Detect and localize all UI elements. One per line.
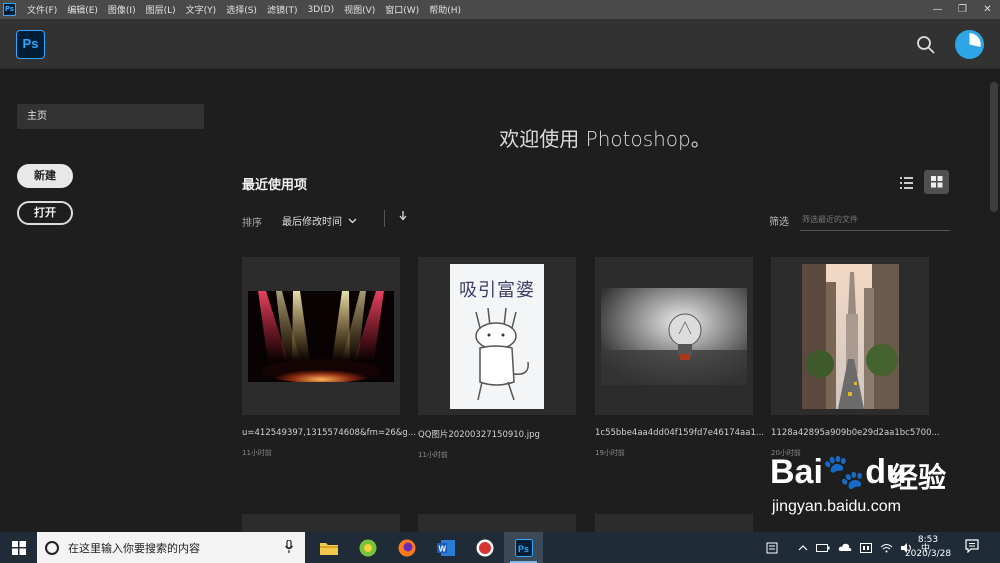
taskbar-firefox[interactable] bbox=[387, 532, 426, 563]
recent-file-card-partial[interactable] bbox=[595, 514, 753, 532]
minimize-button[interactable]: — bbox=[925, 0, 950, 19]
window-controls: — ❐ ✕ bbox=[925, 0, 1000, 19]
baidu-logo-text: Bai bbox=[770, 453, 823, 491]
restore-button[interactable]: ❐ bbox=[950, 0, 975, 19]
recent-file-card-partial[interactable] bbox=[242, 514, 400, 532]
menu-bar: Ps 文件(F) 编辑(E) 图像(I) 图层(L) 文字(Y) 选择(S) 滤… bbox=[0, 0, 1000, 19]
photoshop-app-icon: Ps bbox=[3, 3, 16, 16]
file-name: QQ图片20200327150910.jpg bbox=[418, 430, 540, 440]
file-thumbnail[interactable] bbox=[771, 257, 929, 415]
clock-date: 2020/3/28 bbox=[904, 549, 952, 559]
chevron-down-icon bbox=[348, 218, 357, 223]
meme-caption: 吸引富婆 bbox=[459, 279, 535, 301]
menu-view[interactable]: 视图(V) bbox=[339, 3, 380, 16]
taskbar-app-green[interactable] bbox=[348, 532, 387, 563]
menu-layer[interactable]: 图层(L) bbox=[141, 3, 181, 16]
windows-icon bbox=[11, 540, 26, 555]
photoshop-logo: Ps bbox=[16, 30, 45, 59]
baidu-logo: Bai🐾du bbox=[770, 452, 907, 492]
microphone-icon[interactable] bbox=[285, 540, 293, 554]
app-tray-icon[interactable] bbox=[766, 542, 778, 554]
taskbar-app-red[interactable] bbox=[465, 532, 504, 563]
scrollbar-thumb[interactable] bbox=[990, 82, 998, 212]
menu-image[interactable]: 图像(I) bbox=[103, 3, 141, 16]
file-time: 11小时前 bbox=[242, 449, 272, 457]
start-button[interactable] bbox=[0, 532, 37, 563]
wifi-icon[interactable] bbox=[880, 543, 893, 553]
search-icon[interactable] bbox=[916, 35, 936, 55]
taskbar-photoshop[interactable]: Ps bbox=[504, 532, 543, 563]
menu-edit[interactable]: 编辑(E) bbox=[62, 3, 103, 16]
baidu-watermark: Bai🐾du 经验 jingyan.baidu.com bbox=[770, 452, 985, 532]
app-header: Ps bbox=[0, 19, 1000, 69]
user-avatar[interactable] bbox=[955, 30, 984, 59]
baidu-cn-label: 经验 bbox=[890, 461, 947, 494]
taskbar-clock[interactable]: 8:53 2020/3/28 bbox=[898, 533, 958, 561]
folder-icon bbox=[319, 542, 338, 555]
sidebar: 主页 新建 打开 bbox=[0, 70, 222, 532]
sidebar-item-home[interactable]: 主页 bbox=[17, 104, 204, 129]
firefox-icon bbox=[398, 539, 415, 556]
cat-meme-image: 吸引富婆 bbox=[450, 263, 544, 409]
file-name: 1128a42895a909b0e29d2aa1bc5700... bbox=[771, 428, 940, 438]
recent-file-card[interactable]: 1c55bbe4aa4dd04f159fd7e46174aa1... 19小时前 bbox=[595, 257, 764, 458]
file-thumbnail[interactable] bbox=[595, 257, 753, 415]
filter-input[interactable] bbox=[800, 209, 950, 231]
photoshop-icon: Ps bbox=[514, 538, 533, 557]
notification-center-icon[interactable] bbox=[965, 538, 979, 557]
taskbar-word[interactable]: W bbox=[426, 532, 465, 563]
grid-view-icon[interactable] bbox=[924, 170, 949, 194]
file-name: u=412549397,1315574608&fm=26&g... bbox=[242, 428, 416, 438]
list-view-icon[interactable] bbox=[895, 172, 919, 194]
file-thumbnail[interactable]: 吸引富婆 bbox=[418, 257, 576, 415]
sort-dropdown[interactable]: 最后修改时间 bbox=[282, 213, 357, 228]
recent-file-card[interactable]: 1128a42895a909b0e29d2aa1bc5700... 20小时前 bbox=[771, 257, 940, 458]
sort-value-text: 最后修改时间 bbox=[282, 217, 342, 228]
welcome-heading: 欢迎使用 Photoshop。 bbox=[499, 127, 711, 151]
battery-icon bbox=[816, 543, 830, 552]
recent-file-card-partial[interactable] bbox=[418, 514, 576, 532]
menu-select[interactable]: 选择(S) bbox=[221, 3, 262, 16]
svg-text:W: W bbox=[438, 544, 446, 553]
baidu-url: jingyan.baidu.com bbox=[772, 498, 901, 515]
recent-title: 最近使用项 bbox=[242, 178, 308, 193]
browser-icon bbox=[359, 539, 376, 556]
menu-type[interactable]: 文字(Y) bbox=[181, 3, 222, 16]
sort-direction-button[interactable] bbox=[399, 210, 407, 224]
taskbar-file-explorer[interactable] bbox=[309, 532, 348, 563]
menu-window[interactable]: 窗口(W) bbox=[380, 3, 424, 16]
menu-3d[interactable]: 3D(D) bbox=[302, 5, 339, 15]
arrow-down-icon bbox=[399, 211, 407, 221]
clock-time: 8:53 bbox=[917, 535, 939, 545]
open-button[interactable]: 打开 bbox=[17, 201, 73, 225]
filter-label: 筛选 bbox=[769, 217, 789, 228]
menu-file[interactable]: 文件(F) bbox=[22, 3, 62, 16]
app-icon bbox=[476, 539, 493, 556]
svg-text:Ps: Ps bbox=[518, 544, 529, 554]
word-icon: W bbox=[436, 539, 455, 556]
file-name: 1c55bbe4aa4dd04f159fd7e46174aa1... bbox=[595, 428, 764, 438]
cloud-icon[interactable] bbox=[838, 543, 852, 552]
vertical-scrollbar[interactable] bbox=[988, 70, 1000, 532]
taskbar-search-placeholder: 在这里输入你要搜索的内容 bbox=[68, 541, 200, 555]
sort-label: 排序 bbox=[242, 218, 262, 229]
cortana-icon bbox=[45, 540, 59, 555]
divider bbox=[384, 210, 385, 227]
recent-file-card[interactable]: u=412549397,1315574608&fm=26&g... 11小时前 bbox=[242, 257, 416, 458]
new-button[interactable]: 新建 bbox=[17, 164, 73, 188]
tray-app-icon[interactable] bbox=[860, 542, 872, 553]
file-thumbnail[interactable] bbox=[242, 257, 400, 415]
menu-help[interactable]: 帮助(H) bbox=[424, 3, 466, 16]
taskbar-search[interactable]: 在这里输入你要搜索的内容 bbox=[37, 532, 305, 563]
menu-filter[interactable]: 滤镜(T) bbox=[262, 3, 303, 16]
paw-icon: 🐾 bbox=[822, 453, 866, 491]
file-time: 19小时前 bbox=[595, 449, 625, 457]
chevron-up-icon[interactable] bbox=[798, 544, 808, 551]
recent-file-card[interactable]: 吸引富婆 QQ图片20200327150910.jpg 11小时前 bbox=[418, 257, 576, 460]
file-time: 11小时前 bbox=[418, 451, 448, 459]
close-button[interactable]: ✕ bbox=[975, 0, 1000, 19]
